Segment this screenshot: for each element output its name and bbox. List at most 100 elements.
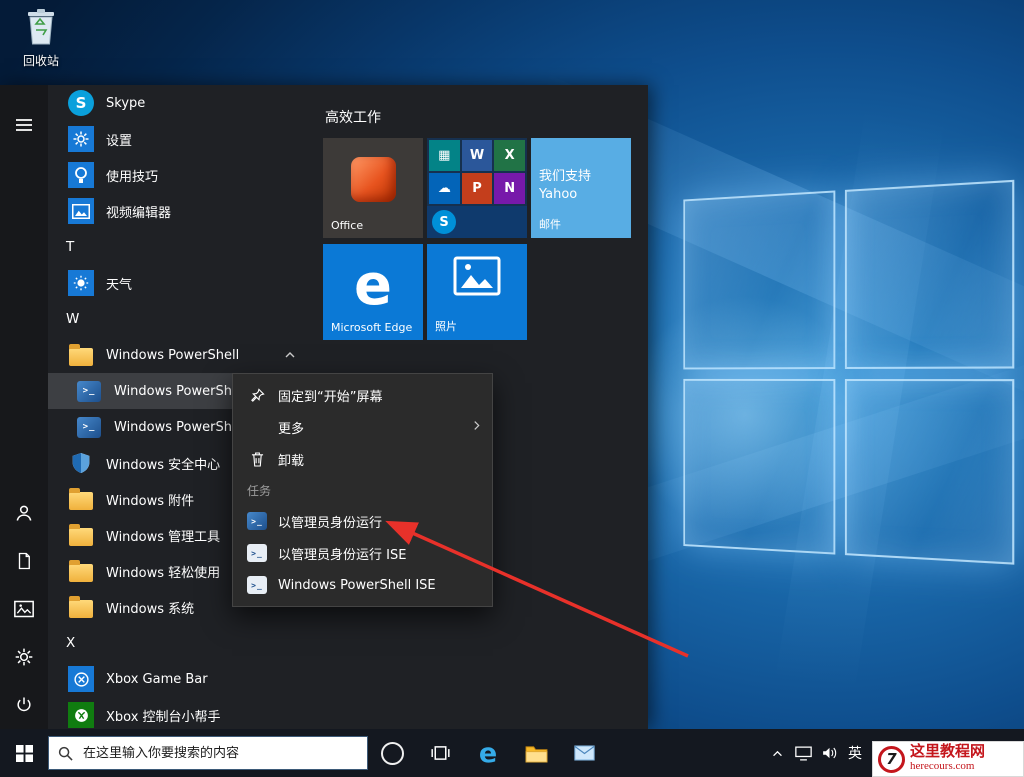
chevron-up-icon: [772, 750, 782, 756]
app-list-item-tips[interactable]: 使用技巧: [48, 157, 322, 193]
context-item-label: 更多: [278, 421, 305, 437]
context-item-more[interactable]: 更多: [233, 411, 492, 443]
speaker-icon: [822, 747, 836, 759]
office-apps-mosaic: ▦ W X ☁ P N: [429, 140, 525, 204]
xbox-game-bar-icon: [68, 666, 94, 692]
tile-label: Office: [331, 219, 364, 232]
context-item-pin-to-start[interactable]: 固定到“开始”屏幕: [233, 379, 492, 411]
tile-group-title[interactable]: 高效工作: [325, 107, 381, 127]
app-list-item-xbox-game-bar[interactable]: Xbox Game Bar: [48, 661, 322, 697]
network-icon: [794, 745, 812, 761]
app-list-section-W[interactable]: W: [48, 301, 322, 337]
powerpoint-icon: P: [461, 173, 493, 204]
folder-icon: [69, 344, 93, 366]
recycle-bin-glyph: [28, 9, 54, 45]
settings-button[interactable]: [0, 633, 48, 681]
app-list-item-weather[interactable]: 天气: [48, 265, 322, 301]
onedrive-icon: ☁: [429, 173, 460, 204]
powershell-icon: >_: [77, 416, 101, 438]
excel-icon: X: [494, 140, 525, 171]
gear-icon: [15, 648, 33, 666]
mail-icon: [573, 745, 595, 761]
search-icon: [58, 746, 73, 761]
volume-tray-button[interactable]: [816, 729, 842, 777]
app-list-section-T[interactable]: T: [48, 229, 322, 265]
context-item-label: 以管理员身份运行 ISE: [278, 547, 407, 563]
mail-taskbar-button[interactable]: [560, 729, 608, 777]
recycle-bin-icon[interactable]: 回收站: [12, 6, 70, 69]
skype-icon: S: [432, 210, 456, 234]
weather-icon: [68, 270, 94, 296]
expand-menu-button[interactable]: [0, 101, 48, 149]
context-item-uninstall[interactable]: 卸载: [233, 443, 492, 475]
cortana-button[interactable]: [368, 729, 416, 777]
chevron-right-icon: [473, 420, 480, 435]
desktop: 回收站 S Skype 设置 使用技巧 视频编辑器 T 天气 W Windows…: [0, 0, 1024, 777]
taskbar-search[interactable]: [48, 736, 368, 770]
powershell-context-menu: 固定到“开始”屏幕 更多 卸载 任务 >_ 以管理员身份运行 >_ 以管理员身份…: [232, 373, 493, 607]
task-view-button[interactable]: [416, 729, 464, 777]
search-input[interactable]: [81, 744, 355, 762]
folder-icon: [69, 524, 93, 546]
context-item-label: Windows PowerShell ISE: [278, 577, 436, 593]
app-label: Xbox 控制台小帮手: [106, 709, 221, 725]
tile-office[interactable]: Office: [323, 138, 423, 238]
photos-icon: [427, 256, 527, 296]
start-rail: [0, 85, 48, 729]
tile-mail[interactable]: 我们支持 Yahoo 邮件: [531, 138, 631, 238]
edge-icon: e: [478, 737, 498, 769]
app-label: 使用技巧: [106, 169, 159, 185]
xbox-icon: [68, 702, 94, 728]
app-label: Windows PowerShell: [114, 419, 248, 435]
tile-microsoft-365[interactable]: ▦ W X ☁ P N S: [427, 138, 527, 238]
app-list-item-xbox-console-companion[interactable]: Xbox 控制台小帮手: [48, 697, 322, 733]
start-button[interactable]: [0, 729, 48, 777]
watermark-title: 这里教程网: [910, 744, 986, 761]
watermark-logo: 7: [878, 745, 905, 773]
app-label: 天气: [106, 277, 133, 293]
network-tray-button[interactable]: [790, 729, 816, 777]
sharepoint-icon: ▦: [429, 140, 460, 171]
app-list-section-X[interactable]: X: [48, 625, 322, 661]
context-item-run-as-admin-ise[interactable]: >_ 以管理员身份运行 ISE: [233, 537, 492, 569]
app-list-item-skype[interactable]: S Skype: [48, 85, 322, 121]
folder-icon: [69, 596, 93, 618]
edge-logo-icon: e: [354, 252, 392, 318]
windows-logo-wallpaper: [683, 179, 1020, 575]
document-icon: [18, 552, 30, 570]
skype-icon: S: [68, 90, 94, 116]
user-profile-button[interactable]: [0, 489, 48, 537]
documents-button[interactable]: [0, 537, 48, 585]
tile-photos[interactable]: 照片: [427, 244, 527, 340]
app-label: Xbox Game Bar: [106, 671, 208, 687]
powershell-icon: >_: [247, 512, 267, 530]
settings-icon: [68, 126, 94, 152]
mail-promo-text: 我们支持 Yahoo: [539, 169, 592, 202]
context-item-powershell-ise[interactable]: >_ Windows PowerShell ISE: [233, 569, 492, 601]
cortana-icon: [380, 741, 404, 765]
context-header-tasks: 任务: [233, 475, 492, 505]
file-explorer-button[interactable]: [512, 729, 560, 777]
ime-label: 英: [848, 746, 862, 762]
tile-microsoft-edge[interactable]: e Microsoft Edge: [323, 244, 423, 340]
powershell-icon: >_: [77, 380, 101, 402]
app-list-item-settings[interactable]: 设置: [48, 121, 322, 157]
watermark-badge: 7 这里教程网 herecours.com: [872, 741, 1024, 777]
wallpaper-pane: [683, 190, 836, 370]
context-item-label: 以管理员身份运行: [278, 515, 383, 531]
app-label: Windows 附件: [106, 493, 195, 509]
hamburger-icon: [16, 119, 32, 131]
app-list-item-powershell-folder[interactable]: Windows PowerShell: [48, 337, 322, 373]
power-button[interactable]: [0, 681, 48, 729]
taskbar: e: [0, 729, 1024, 777]
ime-indicator[interactable]: 英: [842, 729, 868, 777]
pictures-button[interactable]: [0, 585, 48, 633]
tray-expand-button[interactable]: [764, 729, 790, 777]
context-item-run-as-admin[interactable]: >_ 以管理员身份运行: [233, 505, 492, 537]
app-list-item-video-editor[interactable]: 视频编辑器: [48, 193, 322, 229]
video-editor-icon: [68, 198, 94, 224]
pin-icon: [247, 385, 267, 405]
wallpaper-pane: [683, 378, 836, 555]
edge-taskbar-button[interactable]: e: [464, 729, 512, 777]
windows-logo-icon: [15, 744, 33, 762]
